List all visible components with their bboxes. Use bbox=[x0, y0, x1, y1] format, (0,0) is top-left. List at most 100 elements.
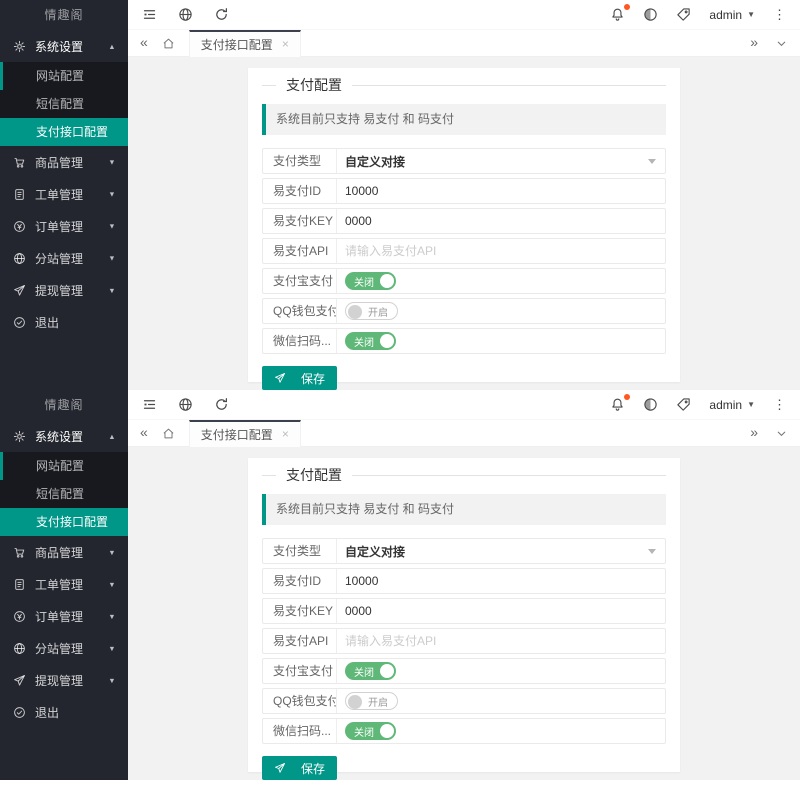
form-label-yipay-key: 易支付KEY bbox=[263, 209, 337, 233]
home-icon[interactable] bbox=[162, 426, 176, 440]
form-row-pay-type: 支付类型 自定义对接 bbox=[262, 148, 666, 174]
qq-wallet-switch[interactable]: 开启 bbox=[345, 692, 398, 710]
admin-dropdown[interactable]: admin ▼ bbox=[709, 8, 755, 22]
admin-dropdown[interactable]: admin ▼ bbox=[709, 398, 755, 412]
chevrons-left-icon[interactable]: « bbox=[140, 35, 148, 51]
globe-icon bbox=[13, 252, 26, 265]
wechat-scan-switch[interactable]: 关闭 bbox=[345, 722, 396, 740]
yipay-api-input[interactable] bbox=[345, 634, 657, 648]
sidebar-item-order-management[interactable]: 订单管理 ▼ bbox=[0, 600, 128, 632]
app-screen-copy-1: 情趣阁 系统设置 ▲ 网站配置短信配置支付接口配置 商品管理 ▼ 工单管理 ▼ … bbox=[0, 0, 800, 390]
refresh-icon[interactable] bbox=[214, 7, 229, 22]
yipay-api-input[interactable] bbox=[345, 244, 657, 258]
theme-icon[interactable] bbox=[643, 7, 658, 22]
chevrons-right-icon[interactable]: » bbox=[750, 425, 758, 441]
form-label-yipay-id: 易支付ID bbox=[263, 569, 337, 593]
app-logo-title: 情趣阁 bbox=[0, 390, 128, 420]
save-button[interactable]: 保存 bbox=[262, 366, 337, 390]
save-button-label: 保存 bbox=[301, 760, 325, 777]
yipay-id-input[interactable] bbox=[345, 184, 657, 198]
form-row-yipay-id: 易支付ID bbox=[262, 568, 666, 594]
sidebar-item-payment-api-config[interactable]: 支付接口配置 bbox=[0, 118, 128, 146]
main-area: admin ▼ ⋮ « 支付接口配置 × » bbox=[128, 0, 800, 390]
sidebar-menu: 系统设置 ▲ 网站配置短信配置支付接口配置 商品管理 ▼ 工单管理 ▼ 订单管理… bbox=[0, 30, 128, 338]
sidebar-submenu-system-settings: 网站配置短信配置支付接口配置 bbox=[0, 452, 128, 536]
sidebar-item-system-settings[interactable]: 系统设置 ▲ bbox=[0, 30, 128, 62]
tab-payment-api-config[interactable]: 支付接口配置 × bbox=[189, 420, 301, 447]
caret-up-icon: ▲ bbox=[108, 42, 115, 50]
wechat-scan-switch[interactable]: 关闭 bbox=[345, 332, 396, 350]
qq-wallet-switch[interactable]: 开启 bbox=[345, 302, 398, 320]
select-caret-icon bbox=[648, 549, 656, 554]
chevron-down-icon[interactable] bbox=[774, 426, 788, 440]
yipay-key-input[interactable] bbox=[345, 214, 657, 228]
alipay-switch[interactable]: 关闭 bbox=[345, 272, 396, 290]
sidebar-item-sms-config[interactable]: 短信配置 bbox=[0, 90, 128, 118]
save-button[interactable]: 保存 bbox=[262, 756, 337, 780]
form-label-pay-type: 支付类型 bbox=[263, 149, 337, 173]
sidebar-submenu-system-settings: 网站配置短信配置支付接口配置 bbox=[0, 62, 128, 146]
sidebar-item-sms-config[interactable]: 短信配置 bbox=[0, 480, 128, 508]
sidebar-item-ticket-management[interactable]: 工单管理 ▼ bbox=[0, 178, 128, 210]
more-vertical-icon[interactable]: ⋮ bbox=[773, 8, 786, 21]
chevrons-right-icon[interactable]: » bbox=[750, 35, 758, 51]
tab-payment-api-config[interactable]: 支付接口配置 × bbox=[189, 30, 301, 57]
top-navbar: admin ▼ ⋮ bbox=[128, 390, 800, 420]
form-row-wechat-scan-switch: 微信扫码... 关闭 bbox=[262, 718, 666, 744]
globe-icon[interactable] bbox=[178, 7, 193, 22]
chevrons-left-icon[interactable]: « bbox=[140, 425, 148, 441]
navbar-left-icons bbox=[142, 7, 229, 22]
menu-collapse-icon[interactable] bbox=[142, 7, 157, 22]
sidebar-item-website-config[interactable]: 网站配置 bbox=[0, 62, 128, 90]
content-area: 支付配置 系统目前只支持 易支付 和 码支付 支付类型 自定义对接 易支付ID … bbox=[128, 447, 800, 780]
sidebar-item-substation-management[interactable]: 分站管理 ▼ bbox=[0, 632, 128, 664]
select-caret-icon bbox=[648, 159, 656, 164]
app-logo-title: 情趣阁 bbox=[0, 0, 128, 30]
tag-icon[interactable] bbox=[676, 7, 691, 22]
sidebar-item-withdraw-management[interactable]: 提现管理 ▼ bbox=[0, 664, 128, 696]
refresh-icon[interactable] bbox=[214, 397, 229, 412]
pay-type-select[interactable]: 自定义对接 bbox=[345, 543, 657, 560]
paper-plane-icon bbox=[274, 762, 286, 774]
caret-down-icon: ▼ bbox=[108, 548, 115, 556]
pay-type-select[interactable]: 自定义对接 bbox=[345, 153, 657, 170]
sidebar-item-system-settings[interactable]: 系统设置 ▲ bbox=[0, 420, 128, 452]
more-vertical-icon[interactable]: ⋮ bbox=[773, 398, 786, 411]
theme-icon[interactable] bbox=[643, 397, 658, 412]
sidebar: 情趣阁 系统设置 ▲ 网站配置短信配置支付接口配置 商品管理 ▼ 工单管理 ▼ … bbox=[0, 0, 128, 390]
sidebar-item-goods-management[interactable]: 商品管理 ▼ bbox=[0, 536, 128, 568]
close-icon[interactable]: × bbox=[282, 428, 289, 440]
bell-icon[interactable] bbox=[610, 397, 625, 412]
menu-collapse-icon[interactable] bbox=[142, 397, 157, 412]
sidebar-item-website-config[interactable]: 网站配置 bbox=[0, 452, 128, 480]
bell-icon[interactable] bbox=[610, 7, 625, 22]
sidebar-item-order-management[interactable]: 订单管理 ▼ bbox=[0, 210, 128, 242]
sidebar-item-withdraw-management[interactable]: 提现管理 ▼ bbox=[0, 274, 128, 306]
sidebar-item-logout[interactable]: 退出 bbox=[0, 306, 128, 338]
form-label-qq-wallet-switch: QQ钱包支付 bbox=[263, 689, 337, 713]
form-label-wechat-scan-switch: 微信扫码... bbox=[263, 719, 337, 743]
sidebar-item-substation-management[interactable]: 分站管理 ▼ bbox=[0, 242, 128, 274]
sidebar-item-ticket-management[interactable]: 工单管理 ▼ bbox=[0, 568, 128, 600]
tag-icon[interactable] bbox=[676, 397, 691, 412]
form-row-yipay-api: 易支付API bbox=[262, 238, 666, 264]
app-screen-copy-2: 情趣阁 系统设置 ▲ 网站配置短信配置支付接口配置 商品管理 ▼ 工单管理 ▼ … bbox=[0, 390, 800, 780]
close-icon[interactable]: × bbox=[282, 38, 289, 50]
form-label-yipay-id: 易支付ID bbox=[263, 179, 337, 203]
sidebar-item-logout[interactable]: 退出 bbox=[0, 696, 128, 728]
admin-username: admin bbox=[709, 8, 742, 22]
chevron-down-icon[interactable] bbox=[774, 36, 788, 50]
caret-down-icon: ▼ bbox=[108, 676, 115, 684]
tab-label: 支付接口配置 bbox=[201, 36, 273, 53]
home-icon[interactable] bbox=[162, 36, 176, 50]
globe-icon[interactable] bbox=[178, 397, 193, 412]
form-row-qq-wallet-switch: QQ钱包支付 开启 bbox=[262, 298, 666, 324]
yipay-id-input[interactable] bbox=[345, 574, 657, 588]
alipay-switch[interactable]: 关闭 bbox=[345, 662, 396, 680]
navbar-right-icons: admin ▼ ⋮ bbox=[610, 7, 786, 22]
main-area: admin ▼ ⋮ « 支付接口配置 × » bbox=[128, 390, 800, 780]
yipay-key-input[interactable] bbox=[345, 604, 657, 618]
sidebar-item-goods-management[interactable]: 商品管理 ▼ bbox=[0, 146, 128, 178]
form-row-pay-type: 支付类型 自定义对接 bbox=[262, 538, 666, 564]
sidebar-item-payment-api-config[interactable]: 支付接口配置 bbox=[0, 508, 128, 536]
